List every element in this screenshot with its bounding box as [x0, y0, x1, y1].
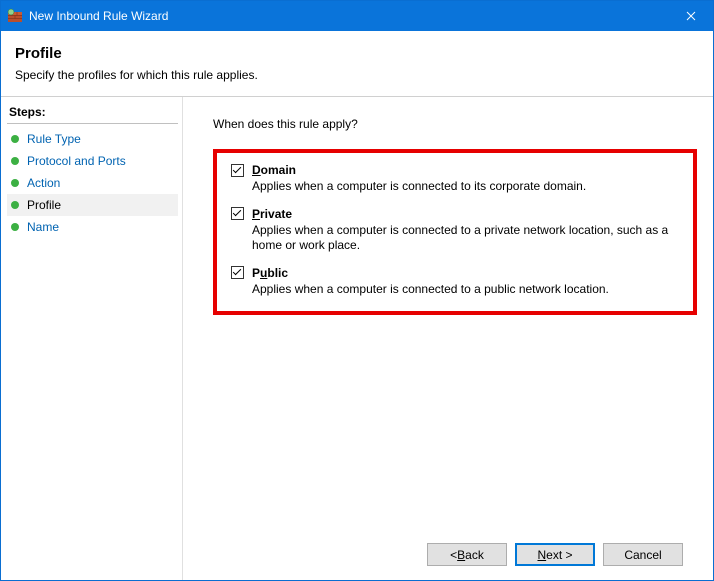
private-checkbox-row[interactable]: Private: [231, 207, 679, 221]
public-description: Applies when a computer is connected to …: [252, 282, 679, 298]
window-title: New Inbound Rule Wizard: [29, 9, 668, 23]
page-heading: Profile: [15, 45, 699, 62]
titlebar: New Inbound Rule Wizard: [1, 1, 713, 31]
wizard-body: Steps: Rule Type Protocol and Ports Acti…: [1, 97, 713, 580]
step-rule-type[interactable]: Rule Type: [7, 128, 178, 150]
firewall-icon: [7, 8, 23, 24]
domain-checkbox[interactable]: [231, 164, 244, 177]
step-label: Protocol and Ports: [27, 154, 126, 168]
step-label: Action: [27, 176, 60, 190]
domain-description: Applies when a computer is connected to …: [252, 179, 679, 195]
step-protocol-and-ports[interactable]: Protocol and Ports: [7, 150, 178, 172]
profile-highlight-box: Domain Applies when a computer is connec…: [213, 149, 697, 315]
page-subheading: Specify the profiles for which this rule…: [15, 68, 699, 82]
close-icon: [686, 11, 696, 21]
step-label: Name: [27, 220, 59, 234]
domain-label: Domain: [252, 163, 296, 177]
close-button[interactable]: [668, 1, 713, 31]
step-bullet-icon: [11, 157, 19, 165]
public-checkbox-row[interactable]: Public: [231, 266, 679, 280]
private-checkbox[interactable]: [231, 207, 244, 220]
step-action[interactable]: Action: [7, 172, 178, 194]
public-label: Public: [252, 266, 288, 280]
step-label: Rule Type: [27, 132, 81, 146]
private-label: Private: [252, 207, 292, 221]
step-bullet-icon: [11, 179, 19, 187]
step-bullet-icon: [11, 135, 19, 143]
domain-checkbox-row[interactable]: Domain: [231, 163, 679, 177]
steps-title: Steps:: [7, 103, 178, 124]
wizard-footer: < Back Next > Cancel: [213, 533, 697, 580]
steps-panel: Steps: Rule Type Protocol and Ports Acti…: [1, 97, 183, 580]
public-checkbox[interactable]: [231, 266, 244, 279]
content-panel: When does this rule apply? Domain Applie…: [183, 97, 713, 580]
step-bullet-icon: [11, 223, 19, 231]
wizard-header: Profile Specify the profiles for which t…: [1, 31, 713, 97]
cancel-button[interactable]: Cancel: [603, 543, 683, 566]
step-bullet-icon: [11, 201, 19, 209]
step-label: Profile: [27, 198, 61, 212]
back-button[interactable]: < Back: [427, 543, 507, 566]
profile-option-domain: Domain Applies when a computer is connec…: [231, 163, 679, 195]
step-profile[interactable]: Profile: [7, 194, 178, 216]
profile-option-private: Private Applies when a computer is conne…: [231, 207, 679, 254]
private-description: Applies when a computer is connected to …: [252, 223, 679, 254]
profile-question: When does this rule apply?: [213, 117, 697, 131]
wizard-window: New Inbound Rule Wizard Profile Specify …: [0, 0, 714, 581]
next-button[interactable]: Next >: [515, 543, 595, 566]
step-name[interactable]: Name: [7, 216, 178, 238]
profile-option-public: Public Applies when a computer is connec…: [231, 266, 679, 298]
